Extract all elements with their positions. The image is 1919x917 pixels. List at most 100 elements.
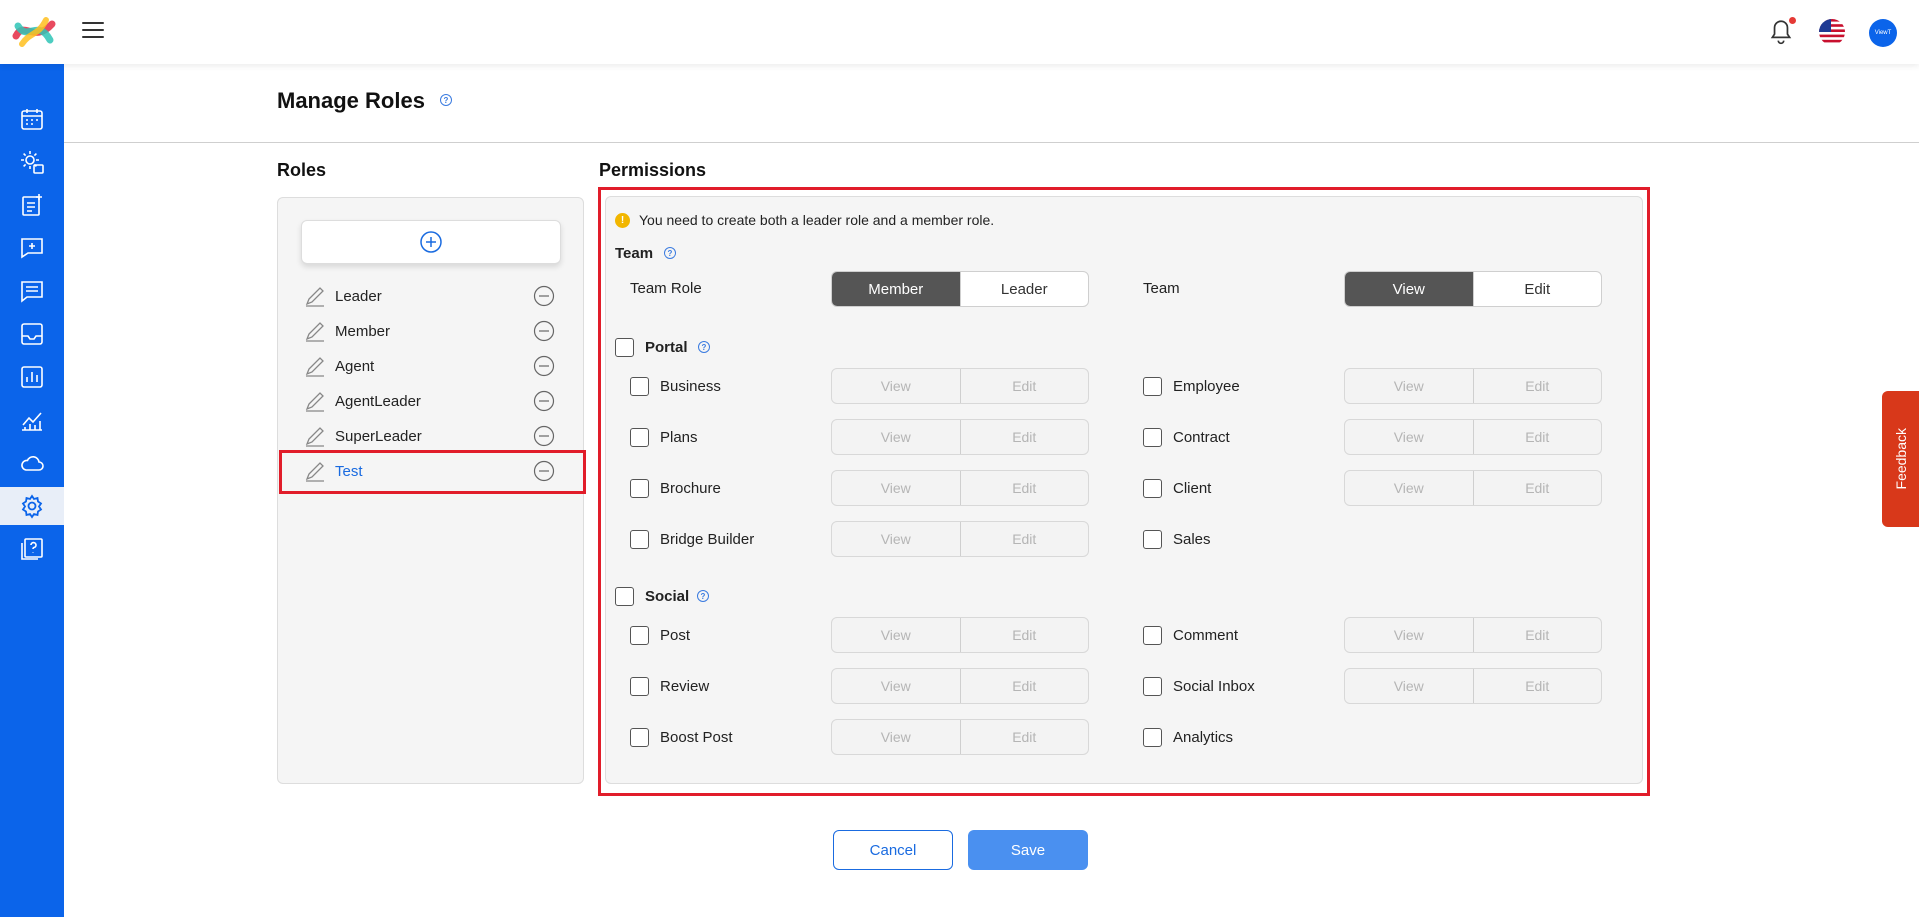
- permission-checkbox[interactable]: [1143, 530, 1162, 549]
- remove-circle-icon[interactable]: [533, 425, 555, 447]
- edit-option[interactable]: Edit: [1472, 369, 1602, 403]
- app-logo[interactable]: [12, 14, 56, 50]
- role-name[interactable]: Leader: [335, 288, 533, 305]
- view-option[interactable]: View: [832, 471, 960, 505]
- message-lines-icon[interactable]: [0, 272, 64, 310]
- help-icon[interactable]: ?: [664, 247, 676, 259]
- role-row[interactable]: SuperLeader: [297, 419, 561, 453]
- view-option[interactable]: View: [832, 522, 960, 556]
- permission-label: Employee: [1173, 378, 1240, 395]
- edit-option[interactable]: Edit: [959, 669, 1089, 703]
- social-checkbox[interactable]: [615, 587, 634, 606]
- permission-label: Comment: [1173, 627, 1239, 644]
- view-option[interactable]: View: [1345, 369, 1473, 403]
- permission-toggle: View Edit: [831, 470, 1089, 506]
- view-option[interactable]: View: [832, 720, 960, 754]
- view-option[interactable]: View: [832, 618, 960, 652]
- permission-checkbox[interactable]: [630, 677, 649, 696]
- permission-checkbox[interactable]: [630, 428, 649, 447]
- pencil-icon[interactable]: [303, 389, 327, 413]
- settings-gear-icon[interactable]: [0, 487, 64, 525]
- permission-toggle: View Edit: [1344, 470, 1602, 506]
- team-view-option[interactable]: View: [1345, 272, 1473, 306]
- role-name[interactable]: Agent: [335, 358, 533, 375]
- permission-checkbox[interactable]: [630, 479, 649, 498]
- edit-option[interactable]: Edit: [959, 471, 1089, 505]
- portal-section-label: Portal: [645, 339, 688, 356]
- role-row[interactable]: AgentLeader: [297, 384, 561, 418]
- inbox-icon[interactable]: [0, 315, 64, 353]
- add-document-icon[interactable]: [0, 186, 64, 224]
- calendar-icon[interactable]: [0, 100, 64, 138]
- edit-option[interactable]: Edit: [1472, 471, 1602, 505]
- permission-checkbox[interactable]: [1143, 677, 1162, 696]
- help-icon[interactable]: ?: [440, 94, 452, 106]
- view-option[interactable]: View: [832, 369, 960, 403]
- edit-option[interactable]: Edit: [1472, 618, 1602, 652]
- help-book-icon[interactable]: [0, 530, 64, 568]
- permission-label: Brochure: [660, 480, 721, 497]
- role-name[interactable]: SuperLeader: [335, 428, 533, 445]
- view-option[interactable]: View: [1345, 420, 1473, 454]
- add-role-button[interactable]: [301, 220, 561, 264]
- role-name[interactable]: AgentLeader: [335, 393, 533, 410]
- team-role-member-option[interactable]: Member: [832, 272, 960, 306]
- edit-option[interactable]: Edit: [959, 420, 1089, 454]
- analytics-icon[interactable]: [0, 401, 64, 439]
- pencil-icon[interactable]: [303, 284, 327, 308]
- permission-toggle: View Edit: [1344, 668, 1602, 704]
- cloud-icon[interactable]: [0, 444, 64, 482]
- info-icon: !: [615, 212, 630, 228]
- pencil-icon[interactable]: [303, 354, 327, 378]
- permission-checkbox[interactable]: [1143, 728, 1162, 747]
- cancel-button[interactable]: Cancel: [833, 830, 953, 870]
- chat-add-icon[interactable]: [0, 229, 64, 267]
- edit-option[interactable]: Edit: [1472, 420, 1602, 454]
- edit-option[interactable]: Edit: [959, 618, 1089, 652]
- permission-checkbox[interactable]: [630, 728, 649, 747]
- portal-checkbox[interactable]: [615, 338, 634, 357]
- permission-checkbox[interactable]: [630, 377, 649, 396]
- avatar[interactable]: ViewT: [1869, 19, 1897, 47]
- permission-label: Bridge Builder: [660, 531, 755, 548]
- save-button[interactable]: Save: [968, 830, 1088, 870]
- report-icon[interactable]: [0, 358, 64, 396]
- edit-option[interactable]: Edit: [959, 720, 1089, 754]
- social-section-label: Social: [645, 588, 690, 605]
- remove-circle-icon[interactable]: [533, 285, 555, 307]
- permission-toggle: View Edit: [831, 617, 1089, 653]
- role-row[interactable]: Leader: [297, 279, 561, 313]
- team-role-leader-option[interactable]: Leader: [959, 272, 1089, 306]
- edit-option[interactable]: Edit: [959, 369, 1089, 403]
- view-option[interactable]: View: [1345, 618, 1473, 652]
- view-option[interactable]: View: [832, 420, 960, 454]
- pencil-icon[interactable]: [303, 424, 327, 448]
- permission-checkbox[interactable]: [1143, 479, 1162, 498]
- view-option[interactable]: View: [1345, 471, 1473, 505]
- edit-option[interactable]: Edit: [1472, 669, 1602, 703]
- permission-checkbox[interactable]: [1143, 428, 1162, 447]
- edit-option[interactable]: Edit: [959, 522, 1089, 556]
- remove-circle-icon[interactable]: [533, 390, 555, 412]
- permission-label: Plans: [660, 429, 698, 446]
- us-flag-icon[interactable]: [1819, 19, 1845, 45]
- pencil-icon[interactable]: [303, 319, 327, 343]
- view-option[interactable]: View: [832, 669, 960, 703]
- permission-checkbox[interactable]: [1143, 626, 1162, 645]
- help-icon[interactable]: ?: [698, 341, 710, 353]
- feedback-tab[interactable]: Feedback: [1882, 391, 1919, 527]
- remove-circle-icon[interactable]: [533, 320, 555, 342]
- gear-user-icon[interactable]: [0, 143, 64, 181]
- permission-checkbox[interactable]: [1143, 377, 1162, 396]
- hamburger-menu-icon[interactable]: [82, 22, 104, 40]
- remove-circle-icon[interactable]: [533, 355, 555, 377]
- permission-checkbox[interactable]: [630, 530, 649, 549]
- permission-checkbox[interactable]: [630, 626, 649, 645]
- team-role-label: Team Role: [630, 280, 702, 297]
- view-option[interactable]: View: [1345, 669, 1473, 703]
- team-edit-option[interactable]: Edit: [1472, 272, 1602, 306]
- role-row[interactable]: Agent: [297, 349, 561, 383]
- help-icon[interactable]: ?: [697, 590, 709, 602]
- role-name[interactable]: Member: [335, 323, 533, 340]
- role-row[interactable]: Member: [297, 314, 561, 348]
